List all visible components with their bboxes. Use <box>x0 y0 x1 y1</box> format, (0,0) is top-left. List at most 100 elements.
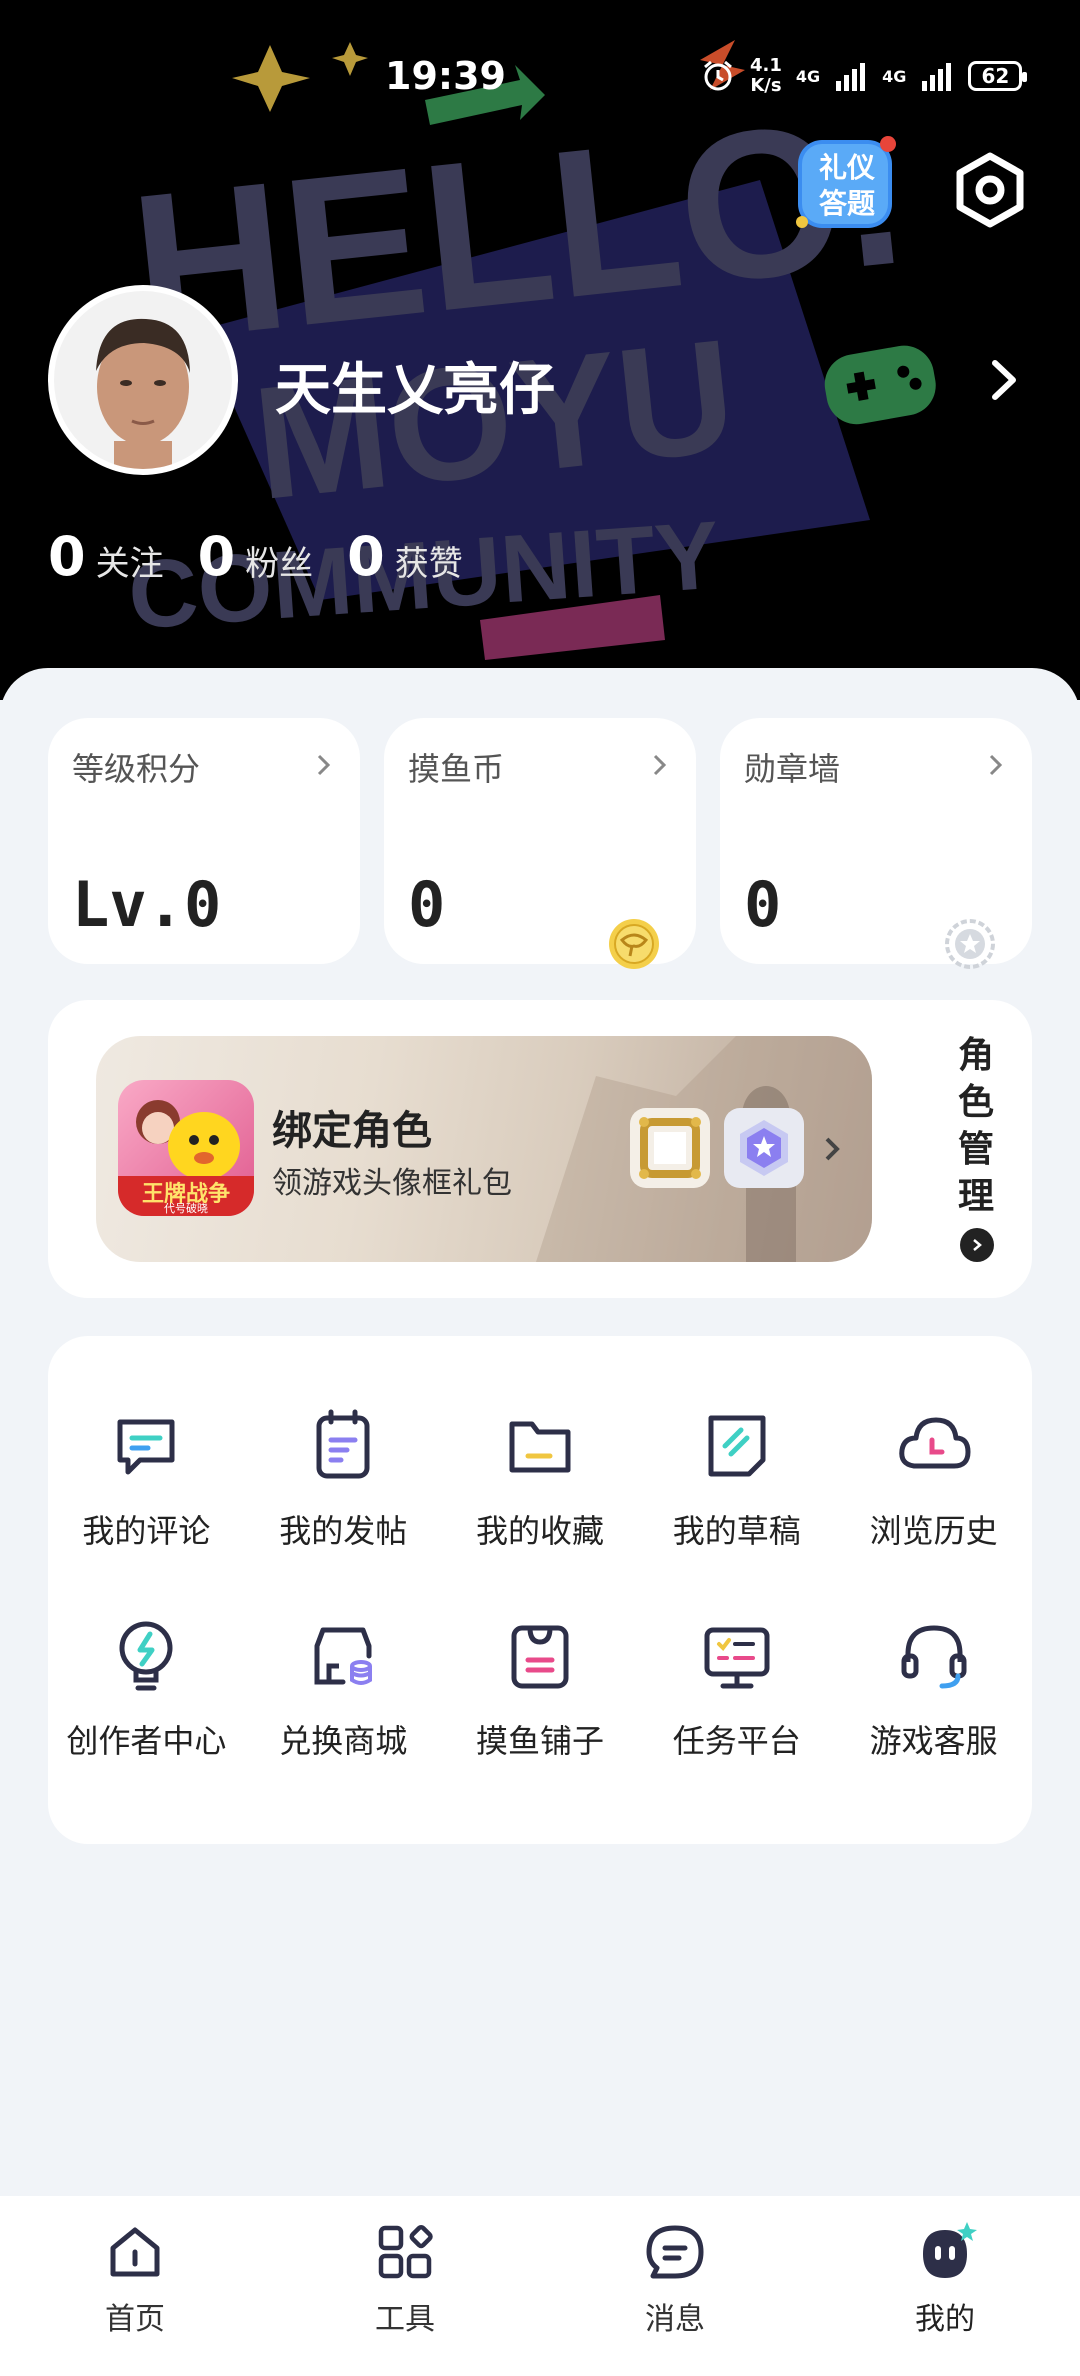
bind-role-title: 绑定角色 <box>272 1108 432 1154</box>
shop-bag-icon <box>511 1625 569 1689</box>
gold-frame-icon <box>639 1117 701 1179</box>
level-card[interactable]: 等级积分 Lv.0 <box>48 718 360 964</box>
game-icon-subtitle: 代号破晓 <box>164 1202 208 1215</box>
sim1-label: 4G <box>795 66 821 86</box>
status-bar: 19:39 4.1 K/s 4G 4G 62 <box>0 50 1080 110</box>
function-label: 我的评论 <box>82 1512 211 1550</box>
tab-tools[interactable]: 工具 <box>325 2220 485 2338</box>
coin-card[interactable]: 摸鱼币 0 <box>384 718 696 969</box>
star-badge-icon <box>740 1120 788 1176</box>
function-label: 摸鱼铺子 <box>475 1722 604 1760</box>
battery-icon: 62 <box>968 61 1028 91</box>
my-favorites-button[interactable]: 我的收藏 <box>442 1406 639 1552</box>
my-drafts-button[interactable]: 我的草稿 <box>638 1406 835 1552</box>
profile-stats: 0 关注 0 粉丝 0 获赞 <box>48 525 497 588</box>
tab-messages[interactable]: 消息 <box>595 2220 755 2338</box>
lightbulb-icon <box>119 1621 173 1691</box>
draft-icon <box>708 1415 766 1477</box>
card-title: 等级积分 <box>72 750 201 788</box>
browse-history-button[interactable]: 浏览历史 <box>835 1406 1032 1552</box>
username[interactable]: 天生乂亮仔 <box>275 345 555 426</box>
avatar-frame-reward <box>630 1108 710 1188</box>
bind-role-subtitle: 领游戏头像框礼包 <box>272 1166 512 1201</box>
alarm-icon <box>704 60 732 91</box>
stat-followers[interactable]: 0 粉丝 <box>198 525 314 588</box>
avatar[interactable] <box>48 285 238 481</box>
quiz-badge-line1: 礼仪 <box>818 151 875 184</box>
bind-role-banner[interactable]: 王牌战争 代号破晓 绑定角色 领游戏头像框礼包 <box>96 1036 872 1262</box>
chevron-right-icon[interactable] <box>985 355 1025 405</box>
function-label: 兑换商城 <box>279 1722 408 1760</box>
quiz-badge-line2: 答题 <box>818 187 875 220</box>
folder-icon <box>509 1421 571 1473</box>
badge-reward <box>724 1108 804 1188</box>
card-title: 摸鱼币 <box>408 750 505 788</box>
stat-value: 0 <box>48 525 86 588</box>
post-icon <box>316 1409 370 1479</box>
net-speed: 4.1 K/s <box>750 55 782 96</box>
avatar-image <box>54 291 232 481</box>
etiquette-quiz-badge[interactable]: 礼仪 答题 <box>792 130 902 235</box>
profile-header: HELLO. MOYU COMMUNITY 19:39 4.1 K/s 4G 4… <box>0 0 1080 700</box>
headset-icon <box>901 1625 967 1689</box>
medal-card[interactable]: 勋章墙 0 <box>720 718 1032 969</box>
tab-label: 我的 <box>915 2302 975 2337</box>
medal-value: 0 <box>744 868 782 941</box>
status-time: 19:39 <box>385 54 506 98</box>
function-label: 创作者中心 <box>66 1722 227 1760</box>
tools-icon <box>378 2224 433 2279</box>
function-label: 任务平台 <box>672 1722 801 1760</box>
stat-likes[interactable]: 0 获赞 <box>347 525 463 588</box>
comment-icon <box>117 1419 175 1475</box>
card-title: 勋章墙 <box>744 750 841 788</box>
tab-label: 首页 <box>105 2302 165 2337</box>
game-support-button[interactable]: 游戏客服 <box>835 1616 1032 1762</box>
role-manage-arrow-icon[interactable] <box>960 1228 994 1262</box>
tab-profile[interactable]: 我的 <box>865 2220 1025 2338</box>
bottom-tab-bar: 首页 工具 消息 我的 <box>0 2196 1080 2376</box>
exchange-store-button[interactable]: 兑换商城 <box>245 1616 442 1762</box>
game-icon: 王牌战争 代号破晓 <box>118 1080 254 1216</box>
summary-cards: 等级积分 Lv.0 摸鱼币 0 勋章墙 0 <box>48 718 1032 969</box>
role-manage-label[interactable]: 角色管理 <box>956 1032 996 1220</box>
history-icon <box>898 1417 971 1469</box>
function-label: 浏览历史 <box>869 1512 998 1550</box>
coin-value: 0 <box>408 868 446 941</box>
settings-icon[interactable] <box>950 150 1030 230</box>
stat-label: 获赞 <box>394 544 463 584</box>
tab-label: 消息 <box>645 2302 705 2337</box>
function-label: 我的收藏 <box>475 1512 604 1550</box>
stat-following[interactable]: 0 关注 <box>48 525 164 588</box>
message-icon <box>646 2225 704 2279</box>
tab-label: 工具 <box>375 2302 435 2337</box>
function-label: 游戏客服 <box>869 1722 998 1760</box>
function-panel: 我的评论 我的发帖 我的收藏 我的草稿 浏览历史 创作者中心 兑换商城 摸鱼铺子… <box>48 1336 1032 1844</box>
signal-icon <box>836 63 866 91</box>
function-grid: 我的评论 我的发帖 我的收藏 我的草稿 浏览历史 创作者中心 兑换商城 摸鱼铺子… <box>48 1406 1032 1762</box>
function-label: 我的草稿 <box>672 1512 801 1550</box>
stat-label: 关注 <box>95 544 164 584</box>
chevron-right-icon <box>989 754 1003 776</box>
creator-center-button[interactable]: 创作者中心 <box>48 1616 245 1762</box>
task-icon <box>704 1627 770 1689</box>
task-platform-button[interactable]: 任务平台 <box>638 1616 835 1762</box>
signal-icon <box>922 63 952 91</box>
bind-role-panel: 王牌战争 代号破晓 绑定角色 领游戏头像框礼包 角色管理 <box>48 1000 1032 1298</box>
level-value: Lv.0 <box>72 868 222 941</box>
home-icon <box>110 2227 160 2277</box>
moyu-shop-button[interactable]: 摸鱼铺子 <box>442 1616 639 1762</box>
chevron-right-icon <box>317 754 331 776</box>
coin-icon <box>609 919 659 969</box>
stat-value: 0 <box>347 525 385 588</box>
medal-icon <box>945 919 995 969</box>
main-content: 等级积分 Lv.0 摸鱼币 0 勋章墙 0 王牌战争 代号破晓 绑定角色 领游戏… <box>0 668 1080 2200</box>
tab-home[interactable]: 首页 <box>55 2220 215 2338</box>
my-comments-button[interactable]: 我的评论 <box>48 1406 245 1552</box>
store-icon <box>314 1627 373 1685</box>
stat-value: 0 <box>197 525 236 588</box>
function-label: 我的发帖 <box>279 1512 408 1550</box>
status-icons: 4.1 K/s 4G 4G 62 <box>700 55 1028 96</box>
stat-label: 粉丝 <box>245 544 314 584</box>
chevron-right-icon <box>653 754 667 776</box>
my-posts-button[interactable]: 我的发帖 <box>245 1406 442 1552</box>
